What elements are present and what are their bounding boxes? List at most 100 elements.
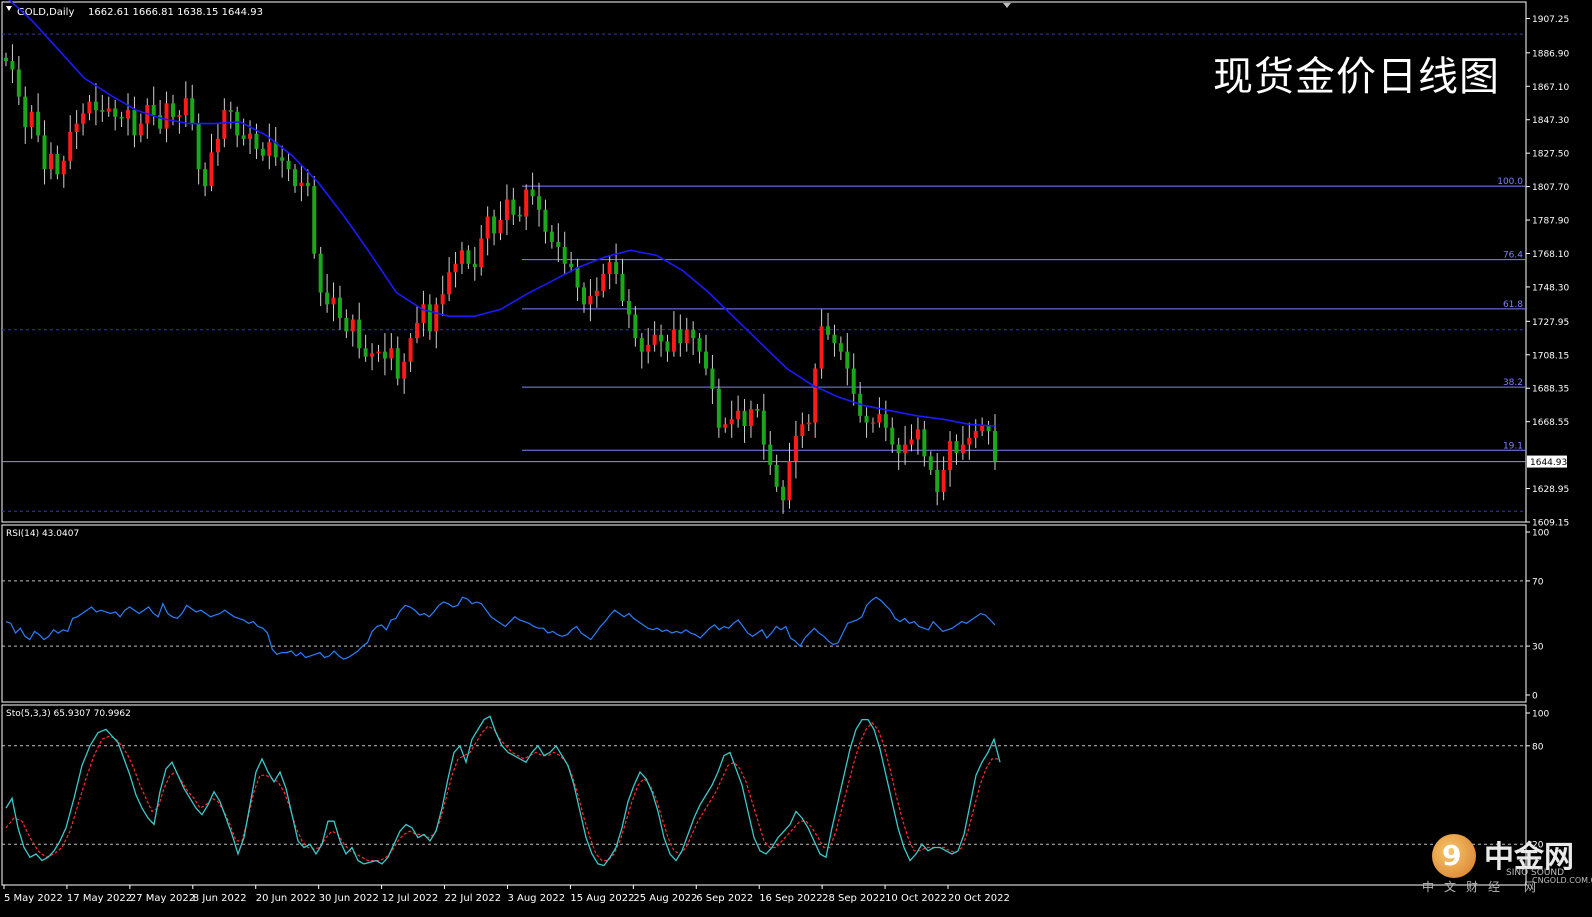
candle-body xyxy=(633,314,638,339)
watermark-logo: 9 中金网 SINO SOUND CNGOLD.COM.CN 中文财经 网 xyxy=(1422,828,1592,910)
candle-body xyxy=(935,469,940,492)
candle-body xyxy=(556,241,561,247)
candle-body xyxy=(742,410,747,426)
candle-body xyxy=(691,329,696,339)
candle-body xyxy=(960,444,965,453)
price-tick-label: 1787.90 xyxy=(1532,217,1569,227)
stochastic-panel[interactable]: Sto(5,3,3) 65.9307 70.9962 1008020 xyxy=(1,704,1549,886)
candle-body xyxy=(170,103,175,117)
price-tick-label: 1807.70 xyxy=(1532,183,1569,193)
rsi-tick-label: 100 xyxy=(1532,529,1549,539)
candle-body xyxy=(626,300,631,315)
candle-body xyxy=(402,361,407,379)
fib-level-label: 61.8 xyxy=(1503,300,1523,310)
candle-body xyxy=(164,103,169,129)
candle-body xyxy=(504,199,509,220)
candle-body xyxy=(312,186,317,254)
candle-body xyxy=(967,437,972,445)
candle-body xyxy=(941,469,946,492)
fib-level-label: 38.2 xyxy=(1503,378,1523,388)
date-tick-label: 15 Aug 2022 xyxy=(570,893,634,904)
candle-body xyxy=(896,444,901,453)
candle-body xyxy=(922,429,927,457)
date-tick-label: 3 Aug 2022 xyxy=(507,893,565,904)
candle-body xyxy=(382,351,387,359)
logo-icon: 9 xyxy=(1432,834,1476,878)
candle-body xyxy=(607,262,612,274)
candle-body xyxy=(890,427,895,445)
date-tick-label: 6 Sep 2022 xyxy=(696,893,753,904)
date-tick-label: 30 Jun 2022 xyxy=(319,893,379,904)
date-tick-label: 17 May 2022 xyxy=(67,893,132,904)
candle-body xyxy=(337,297,342,318)
candle-body xyxy=(948,441,953,470)
candle-body xyxy=(389,348,394,359)
candle-body xyxy=(138,123,143,136)
candle-body xyxy=(704,351,709,369)
candle-body xyxy=(903,444,908,453)
price-tick-label: 1668.55 xyxy=(1532,418,1569,428)
candle-body xyxy=(241,135,246,139)
candle-body xyxy=(447,272,452,295)
candle-body xyxy=(100,110,105,112)
candle-body xyxy=(954,441,959,453)
candle-body xyxy=(370,353,375,357)
candle-body xyxy=(993,431,997,462)
rsi-tick-label: 0 xyxy=(1532,692,1538,702)
rsi-panel[interactable]: RSI(14) 43.0407 100 70 30 0 xyxy=(1,524,1549,703)
price-tick-label: 1768.10 xyxy=(1532,250,1569,260)
candle-body xyxy=(671,329,676,352)
candle-body xyxy=(228,110,233,112)
price-tick-label: 1907.25 xyxy=(1532,15,1569,25)
candle-body xyxy=(440,294,445,305)
candle-body xyxy=(132,110,137,136)
candle-body xyxy=(716,388,721,428)
candle-body xyxy=(562,246,567,264)
candle-body xyxy=(793,436,798,462)
candle-body xyxy=(4,57,8,62)
candle-body xyxy=(530,189,535,197)
candle-body xyxy=(29,111,34,127)
date-tick-label: 20 Jun 2022 xyxy=(256,893,316,904)
candle-body xyxy=(479,238,484,268)
date-tick-label: 8 Jun 2022 xyxy=(193,893,247,904)
candle-body xyxy=(973,431,978,438)
candle-body xyxy=(646,344,651,352)
candle-body xyxy=(883,414,888,428)
candle-body xyxy=(280,157,285,161)
candle-body xyxy=(215,138,220,153)
price-tick-label: 1727.95 xyxy=(1532,318,1569,328)
candle-body xyxy=(427,304,432,332)
candle-body xyxy=(363,348,368,357)
candle-body xyxy=(678,329,683,344)
symbol-label: GOLD,Daily xyxy=(17,7,74,18)
candle-body xyxy=(87,101,92,114)
candle-body xyxy=(421,304,426,323)
candle-body xyxy=(832,334,837,344)
candle-body xyxy=(524,189,529,217)
candle-body xyxy=(517,214,522,217)
candle-body xyxy=(729,419,734,425)
candle-body xyxy=(755,409,760,411)
fib-level-label: 19.1 xyxy=(1503,441,1523,451)
candle-body xyxy=(594,290,599,296)
candle-body xyxy=(260,148,265,156)
candle-body xyxy=(119,116,124,119)
candle-body xyxy=(408,338,413,362)
date-tick-label: 12 Jul 2022 xyxy=(382,893,439,904)
candle-body xyxy=(877,414,882,423)
candle-body xyxy=(684,329,689,344)
candle-body xyxy=(736,410,741,420)
date-tick-label: 27 May 2022 xyxy=(130,893,195,904)
candle-body xyxy=(267,142,272,156)
candle-body xyxy=(126,110,131,119)
candle-body xyxy=(980,425,985,432)
price-tick-label: 1867.10 xyxy=(1532,83,1569,93)
fib-level-label: 76.4 xyxy=(1503,251,1523,261)
candle-body xyxy=(838,343,843,352)
candle-body xyxy=(601,273,606,291)
candle-body xyxy=(781,486,786,501)
chart-overlay-title: 现货金价日线图 xyxy=(1213,54,1500,100)
candle-body xyxy=(723,424,728,428)
stochastic-signal-line xyxy=(5,721,1000,862)
